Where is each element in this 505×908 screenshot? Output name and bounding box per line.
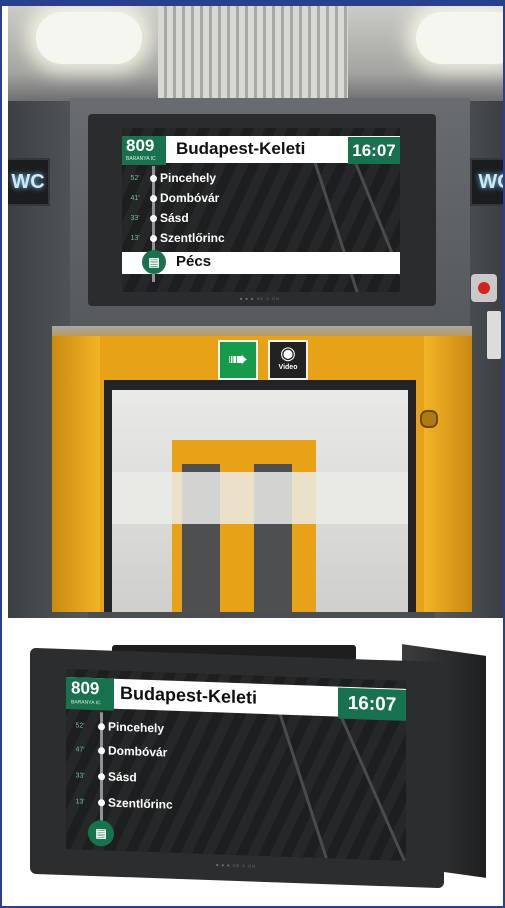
- page: WC WC 809 BARANYA IC Budapest-Keleti 16:…: [0, 0, 505, 908]
- image-border: [0, 6, 505, 908]
